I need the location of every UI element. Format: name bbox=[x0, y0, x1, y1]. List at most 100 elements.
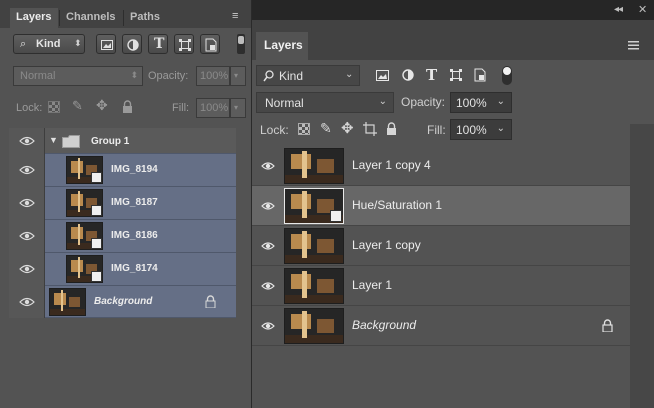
kind-filter-select[interactable]: Kind ⌄ bbox=[256, 65, 360, 86]
toggle-knob bbox=[503, 67, 511, 75]
fill-dropdown-button[interactable]: ▾ bbox=[230, 98, 246, 118]
lock-image-pixels-icon[interactable]: ✎ bbox=[72, 98, 83, 114]
layer-group-row[interactable]: ▼ Group 1 bbox=[9, 128, 236, 154]
tab-paths[interactable]: Paths bbox=[124, 8, 168, 28]
kind-filter-label: Kind bbox=[279, 69, 304, 83]
layer-row-background[interactable]: Background bbox=[9, 286, 236, 318]
layer-thumbnail bbox=[284, 268, 344, 304]
search-icon: ⌕ bbox=[20, 38, 27, 50]
shape-icon bbox=[179, 39, 191, 51]
opacity-value: 100% bbox=[456, 96, 487, 110]
visibility-toggle[interactable] bbox=[9, 187, 45, 220]
lock-transparent-pixels-icon[interactable] bbox=[298, 123, 310, 135]
blend-mode-value: Normal bbox=[265, 96, 304, 110]
expand-triangle-icon[interactable]: ▼ bbox=[49, 135, 58, 145]
layer-row[interactable]: Layer 1 copy 4 bbox=[252, 146, 630, 186]
layer-name: Layer 1 copy 4 bbox=[352, 158, 431, 172]
tab-channels[interactable]: Channels bbox=[60, 8, 122, 28]
layer-thumbnail bbox=[66, 255, 103, 283]
panel-menu-icon[interactable] bbox=[628, 37, 639, 55]
chevron-down-icon: ⌄ bbox=[345, 69, 354, 80]
lock-image-pixels-icon[interactable]: ✎ bbox=[320, 120, 332, 137]
stepper-icon: ⬍ bbox=[74, 38, 82, 48]
toggle-knob bbox=[238, 36, 244, 44]
panel-menu-icon[interactable]: ≡ bbox=[232, 10, 238, 22]
layer-thumbnail bbox=[284, 188, 344, 224]
smart-object-filter-icon[interactable] bbox=[474, 68, 486, 82]
opacity-label: Opacity: bbox=[401, 95, 446, 109]
smart-object-badge-icon bbox=[91, 238, 102, 249]
lock-all-icon[interactable] bbox=[386, 122, 397, 135]
adjustment-layer-filter-icon[interactable] bbox=[402, 69, 414, 81]
layer-row[interactable]: IMG_8186 bbox=[9, 220, 236, 253]
shape-layer-filter-icon[interactable] bbox=[450, 69, 462, 81]
visibility-toggle[interactable] bbox=[9, 128, 45, 154]
layer-row-selected[interactable]: Hue/Saturation 1 bbox=[252, 186, 630, 226]
kind-filter-label: Kind bbox=[36, 38, 61, 50]
lock-artboard-icon[interactable] bbox=[363, 122, 377, 136]
layer-row-background[interactable]: Background bbox=[252, 306, 630, 346]
layer-thumbnail bbox=[66, 222, 103, 250]
lock-transparent-pixels-icon[interactable] bbox=[48, 101, 60, 113]
blend-mode-select[interactable]: Normal ⌄ bbox=[256, 92, 394, 113]
layer-row[interactable]: IMG_8187 bbox=[9, 187, 236, 220]
layer-thumbnail bbox=[284, 308, 344, 344]
collapse-panel-icon[interactable]: ◂◂ bbox=[614, 4, 623, 15]
kind-filter-select[interactable]: ⌕ Kind ⬍ bbox=[13, 34, 85, 54]
adjustment-icon bbox=[127, 39, 139, 51]
folder-icon bbox=[62, 135, 80, 148]
layer-thumbnail bbox=[66, 189, 103, 217]
eye-icon[interactable] bbox=[258, 318, 278, 334]
layer-row[interactable]: Layer 1 copy bbox=[252, 226, 630, 266]
lock-all-icon[interactable] bbox=[122, 100, 133, 118]
smart-object-badge-icon bbox=[330, 210, 342, 222]
layer-name: Layer 1 copy bbox=[352, 238, 421, 252]
blend-mode-select[interactable]: Normal ⬍ bbox=[13, 66, 143, 86]
lock-position-icon[interactable]: ✥ bbox=[96, 97, 108, 114]
filter-toggle-switch[interactable] bbox=[237, 34, 245, 54]
shape-layer-filter-button[interactable] bbox=[174, 34, 194, 54]
opacity-input[interactable]: 100% bbox=[196, 66, 230, 86]
lock-icon bbox=[602, 319, 613, 332]
fill-label: Fill: bbox=[172, 102, 190, 114]
layer-row[interactable]: IMG_8194 bbox=[9, 154, 236, 187]
tab-layers[interactable]: Layers bbox=[256, 32, 308, 60]
visibility-toggle[interactable] bbox=[9, 253, 45, 286]
eye-icon[interactable] bbox=[258, 198, 278, 214]
visibility-toggle[interactable] bbox=[9, 220, 45, 253]
layer-row[interactable]: Layer 1 bbox=[252, 266, 630, 306]
eye-icon[interactable] bbox=[258, 278, 278, 294]
layer-name: IMG_8174 bbox=[111, 263, 158, 274]
lock-position-icon[interactable]: ✥ bbox=[341, 119, 354, 137]
filter-toggle-switch[interactable] bbox=[502, 66, 512, 85]
eye-icon bbox=[19, 264, 35, 274]
blend-mode-value: Normal bbox=[20, 70, 56, 82]
visibility-toggle[interactable] bbox=[9, 154, 45, 187]
layer-name: Group 1 bbox=[91, 136, 130, 147]
type-layer-filter-button[interactable]: T bbox=[148, 34, 168, 54]
image-icon bbox=[101, 40, 113, 50]
opacity-label: Opacity: bbox=[148, 70, 189, 82]
fill-input[interactable]: 100% ⌄ bbox=[450, 119, 512, 140]
eye-icon[interactable] bbox=[258, 238, 278, 254]
fill-value: 100% bbox=[456, 123, 487, 137]
adjustment-layer-filter-button[interactable] bbox=[122, 34, 142, 54]
fill-input[interactable]: 100% bbox=[196, 98, 230, 118]
close-icon[interactable]: ✕ bbox=[638, 3, 647, 16]
type-layer-filter-icon[interactable]: T bbox=[426, 66, 437, 84]
panel-tab-bar bbox=[252, 20, 654, 60]
chevron-down-icon[interactable]: ⌄ bbox=[497, 96, 505, 107]
opacity-dropdown-button[interactable]: ▾ bbox=[230, 66, 246, 86]
layer-name: Background bbox=[94, 296, 153, 307]
tab-layers[interactable]: Layers bbox=[10, 8, 58, 28]
panel-header-strip bbox=[252, 0, 654, 20]
smart-object-filter-button[interactable] bbox=[200, 34, 220, 54]
eye-icon[interactable] bbox=[258, 158, 278, 174]
chevron-down-icon[interactable]: ⌄ bbox=[497, 123, 505, 134]
pixel-layer-filter-icon[interactable] bbox=[376, 70, 389, 81]
layer-row[interactable]: IMG_8174 bbox=[9, 253, 236, 286]
visibility-toggle[interactable] bbox=[9, 286, 45, 318]
opacity-input[interactable]: 100% ⌄ bbox=[450, 92, 512, 113]
layer-name: Layer 1 bbox=[352, 278, 393, 292]
pixel-layer-filter-button[interactable] bbox=[96, 34, 116, 54]
